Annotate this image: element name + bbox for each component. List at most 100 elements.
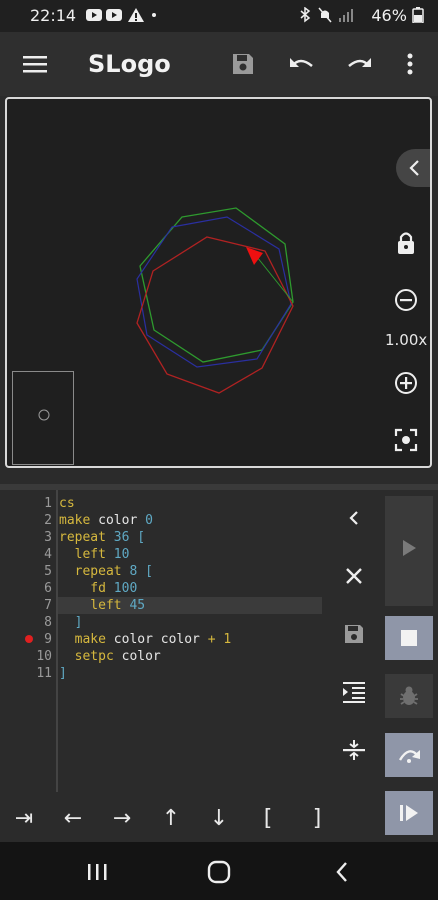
signal-icon xyxy=(338,7,354,22)
step-over-icon xyxy=(398,750,420,763)
youtube-icon xyxy=(106,7,122,21)
battery-percent: 46% xyxy=(371,6,424,25)
code-line[interactable]: left 10 xyxy=(59,547,130,562)
collapse-tools-button[interactable] xyxy=(336,500,372,536)
code-token: color xyxy=(113,649,161,664)
status-time: 22:14 xyxy=(30,6,77,25)
code-token: 10 xyxy=(105,547,130,562)
save-icon xyxy=(345,625,363,643)
tab-key[interactable]: ⇥ xyxy=(4,800,44,836)
recent-apps-icon[interactable] xyxy=(77,856,117,888)
warning-icon xyxy=(128,7,144,22)
center-focus-icon[interactable] xyxy=(390,424,422,456)
vertical-align-center-icon xyxy=(343,740,365,760)
code-line[interactable]: ] xyxy=(59,666,67,681)
status-bar: 22:14 46% xyxy=(0,0,438,32)
keyboard-shortcut-row: ⇥ ← → ↑ ↓ [ ] xyxy=(0,800,438,840)
down-arrow-key[interactable]: ↓ xyxy=(199,800,239,836)
code-token: left xyxy=(59,598,122,613)
stop-button[interactable] xyxy=(385,616,433,660)
line-number: 10 xyxy=(36,649,52,664)
format-button[interactable] xyxy=(336,732,372,768)
code-token: 8 [ xyxy=(121,564,153,579)
more-options-icon[interactable] xyxy=(392,46,428,82)
code-token: repeat xyxy=(59,564,122,579)
code-line[interactable]: ] xyxy=(59,615,83,630)
line-number: 9 xyxy=(44,632,52,647)
blue-octagon xyxy=(136,216,292,368)
indent-icon xyxy=(343,682,365,703)
collapse-panel-button[interactable] xyxy=(396,149,430,187)
bluetooth-icon xyxy=(298,6,314,23)
code-token: 45 xyxy=(121,598,146,613)
code-token: setpc xyxy=(59,649,114,664)
red-octagon xyxy=(136,236,294,394)
back-icon[interactable] xyxy=(322,856,362,888)
line-number: 11 xyxy=(36,666,52,681)
youtube-icon xyxy=(86,7,102,21)
code-token: make xyxy=(59,513,91,528)
app-bar: SLogo xyxy=(0,32,438,96)
bug-icon xyxy=(400,686,418,705)
clear-button[interactable] xyxy=(336,558,372,594)
run-button[interactable] xyxy=(385,526,433,570)
right-arrow-key[interactable]: → xyxy=(102,800,142,836)
save-icon[interactable] xyxy=(225,46,261,82)
debug-button[interactable] xyxy=(385,674,433,718)
line-number: 5 xyxy=(44,564,52,579)
open-bracket-key[interactable]: [ xyxy=(248,800,288,836)
up-arrow-key[interactable]: ↑ xyxy=(151,800,191,836)
dot-icon xyxy=(152,13,156,17)
code-line[interactable]: fd 100 xyxy=(59,581,137,596)
line-number: 3 xyxy=(44,530,52,545)
undo-icon[interactable] xyxy=(284,46,320,82)
minimap[interactable] xyxy=(12,371,74,465)
line-number: 8 xyxy=(44,615,52,630)
code-line[interactable]: left 45 xyxy=(59,598,145,613)
code-line[interactable]: make color 0 xyxy=(59,513,153,528)
redo-icon[interactable] xyxy=(341,46,377,82)
code-editor[interactable]: 1 cs 2 make color 0 3 repeat 36 [ 4 left 10 5 r… xyxy=(0,490,330,800)
code-token: 0 xyxy=(145,513,153,528)
code-line[interactable]: cs xyxy=(59,496,75,511)
code-token: ] xyxy=(59,666,67,681)
lock-icon[interactable] xyxy=(390,227,422,259)
left-arrow-key[interactable]: ← xyxy=(53,800,93,836)
line-number: 7 xyxy=(44,598,52,613)
play-icon xyxy=(403,540,416,556)
code-token: color xyxy=(90,513,146,528)
code-line[interactable]: make color color + 1 xyxy=(59,632,232,647)
code-line[interactable]: repeat 8 [ xyxy=(59,564,153,579)
zoom-level: 1.00x xyxy=(385,331,428,349)
line-number: 1 xyxy=(44,496,52,511)
line-number: 6 xyxy=(44,581,52,596)
code-token: 36 [ xyxy=(105,530,146,545)
code-token: + 1 xyxy=(207,632,232,647)
app-title: SLogo xyxy=(88,50,171,78)
code-token: left xyxy=(59,547,106,562)
line-number: 2 xyxy=(44,513,52,528)
code-token: fd xyxy=(59,581,106,596)
home-icon[interactable] xyxy=(199,856,239,888)
menu-icon[interactable] xyxy=(17,46,53,82)
chevron-left-icon xyxy=(349,511,358,525)
code-token: make xyxy=(59,632,106,647)
code-line[interactable]: setpc color xyxy=(59,649,161,664)
save-code-button[interactable] xyxy=(336,616,372,652)
code-token: cs xyxy=(59,496,75,511)
zoom-in-icon[interactable] xyxy=(390,367,422,399)
code-token: color color xyxy=(105,632,208,647)
code-token: ] xyxy=(59,615,83,630)
close-bracket-key[interactable]: ] xyxy=(297,800,337,836)
code-line[interactable]: repeat 36 [ xyxy=(59,530,145,545)
gutter-divider xyxy=(56,490,58,792)
zoom-out-icon[interactable] xyxy=(390,284,422,316)
line-number: 4 xyxy=(44,547,52,562)
turtle-canvas[interactable]: 1.00x xyxy=(5,97,432,468)
code-token: 100 xyxy=(105,581,138,596)
code-token: repeat xyxy=(59,530,106,545)
indent-button[interactable] xyxy=(336,674,372,710)
stop-icon xyxy=(401,630,417,646)
step-over-button[interactable] xyxy=(385,733,433,777)
chevron-left-icon xyxy=(409,160,419,176)
